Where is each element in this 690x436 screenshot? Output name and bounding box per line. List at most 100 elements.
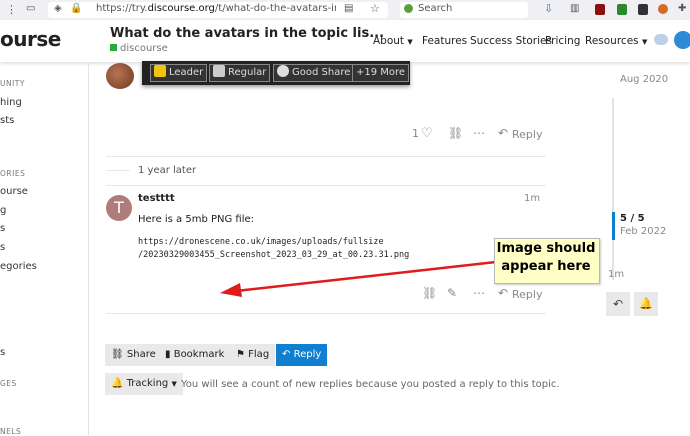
- category-label: discourse: [120, 43, 168, 54]
- post-avatar-letter[interactable]: T: [106, 195, 132, 221]
- reply-topic-button[interactable]: ↶ Reply: [276, 344, 328, 366]
- chat-icon[interactable]: [654, 34, 668, 45]
- badge-more[interactable]: +19 More: [352, 64, 410, 82]
- tabs-icon[interactable]: ▭: [26, 3, 35, 14]
- bookmark-icon: ▮: [165, 349, 171, 360]
- nav-about-label: About: [373, 35, 405, 47]
- nav-about[interactable]: About ▼: [373, 35, 413, 47]
- bell-icon: 🔔: [639, 297, 653, 310]
- user-badge-icon: [213, 65, 225, 77]
- reply-button[interactable]: Reply: [512, 128, 542, 141]
- chevron-down-icon: ▼: [171, 380, 177, 388]
- time-gap-line: [106, 170, 130, 171]
- sidebar-item[interactable]: s: [0, 242, 5, 253]
- reply-icon: ↶: [282, 349, 291, 360]
- timeline-date: Feb 2022: [620, 226, 667, 237]
- post-avatar[interactable]: [106, 63, 134, 89]
- site-logo[interactable]: ourse: [0, 27, 61, 51]
- chevron-down-icon: ▼: [407, 38, 413, 46]
- post-divider: [106, 313, 546, 314]
- reply-button[interactable]: Reply: [512, 288, 542, 301]
- library-icon[interactable]: ▥: [570, 3, 579, 14]
- flag-button[interactable]: ⚑ Flag: [230, 344, 276, 366]
- reader-view-icon[interactable]: ▤: [344, 3, 353, 14]
- topic-title[interactable]: What do the avatars in the topic lis...: [110, 26, 384, 41]
- tracking-dropdown[interactable]: 🔔 Tracking ▼: [105, 373, 183, 395]
- extension-orange-icon[interactable]: [658, 4, 668, 14]
- category-color-square: [110, 44, 117, 51]
- sidebar-heading-community: UNITY: [0, 79, 25, 88]
- user-avatar[interactable]: [674, 31, 690, 49]
- callout-line2: appear here: [501, 259, 591, 274]
- post-age[interactable]: 1m: [524, 193, 540, 204]
- reply-topic-label: Reply: [293, 349, 322, 360]
- badge-good-share[interactable]: Good Share: [273, 64, 355, 82]
- badge-label: Leader: [169, 67, 204, 78]
- shield-icon[interactable]: ◈: [54, 3, 62, 14]
- nav-resources[interactable]: Resources ▼: [585, 35, 647, 47]
- post-link-line1[interactable]: https://dronescene.co.uk/images/uploads/…: [138, 237, 384, 247]
- sidebar-item[interactable]: g: [0, 205, 6, 216]
- heart-icon[interactable]: ♡: [421, 126, 433, 141]
- timeline-scrollbar[interactable]: [612, 98, 614, 280]
- time-gap-label: 1 year later: [138, 165, 197, 176]
- like-count: 1: [412, 127, 419, 140]
- url-prefix: https://try.: [96, 3, 148, 14]
- post-username[interactable]: testttt: [138, 193, 175, 204]
- timeline-position: 5 / 5: [620, 213, 645, 224]
- post-body-text: Here is a 5mb PNG file:: [138, 214, 255, 225]
- url-domain: discourse.org: [147, 3, 215, 14]
- lock-icon[interactable]: 🔒: [70, 3, 82, 14]
- more-icon[interactable]: ⋯: [473, 126, 485, 140]
- nav-features[interactable]: Features: [422, 35, 467, 47]
- browser-search-placeholder: Search: [418, 3, 453, 14]
- sidebar-item[interactable]: hing: [0, 97, 22, 108]
- bookmark-star-icon[interactable]: ☆: [370, 2, 380, 15]
- extension-puzzle-icon[interactable]: ✚: [678, 3, 686, 14]
- search-engine-icon: [404, 4, 413, 13]
- timeline-start-date[interactable]: Aug 2020: [620, 74, 668, 85]
- link-icon: ⛓: [111, 349, 124, 360]
- sidebar-item[interactable]: s: [0, 223, 5, 234]
- post-divider: [106, 185, 546, 186]
- share-button[interactable]: ⛓ Share: [105, 344, 162, 366]
- url-text[interactable]: https://try.discourse.org/t/what-do-the-…: [96, 3, 336, 14]
- badge-regular[interactable]: Regular: [209, 64, 271, 82]
- tracking-label: Tracking: [126, 378, 169, 389]
- sidebar-item[interactable]: sts: [0, 115, 14, 126]
- post-divider: [106, 156, 546, 157]
- nav-resources-label: Resources: [585, 35, 639, 47]
- extension-green-icon[interactable]: [617, 4, 627, 15]
- ublock-icon[interactable]: [595, 4, 605, 15]
- nav-success-stories[interactable]: Success Stories: [470, 35, 552, 47]
- sidebar-item[interactable]: ourse: [0, 186, 28, 197]
- gear-badge-icon: [277, 65, 289, 77]
- reply-back-icon: ↶: [612, 297, 624, 311]
- extension-dark-icon[interactable]: [638, 4, 648, 15]
- annotation-arrow: [220, 260, 497, 297]
- sidebar-item[interactable]: s: [0, 347, 5, 358]
- url-suffix: /t/what-do-the-avatars-in-the-topic-list…: [214, 3, 336, 14]
- user-badge-icon: [154, 65, 166, 77]
- menu-icon[interactable]: ⋮: [6, 3, 17, 16]
- callout-line1: Image should: [496, 241, 596, 256]
- badge-label: Regular: [228, 67, 267, 78]
- timeline-end[interactable]: 1m: [608, 269, 624, 280]
- bookmark-button[interactable]: ▮ Bookmark: [159, 344, 231, 366]
- reply-icon[interactable]: ↶: [498, 126, 508, 140]
- badge-leader[interactable]: Leader: [150, 64, 208, 82]
- sidebar-heading-categories: ORIES: [0, 169, 26, 178]
- sidebar-heading-messages: GES: [0, 379, 17, 388]
- sidebar-item-all-categories[interactable]: egories: [0, 261, 37, 272]
- timeline-handle[interactable]: [612, 212, 615, 240]
- timeline-notifications-button[interactable]: 🔔: [634, 292, 658, 316]
- share-label: Share: [126, 349, 156, 360]
- nav-pricing[interactable]: Pricing: [545, 35, 580, 47]
- link-icon[interactable]: ⛓: [448, 126, 463, 140]
- timeline-back-button[interactable]: ↶: [606, 292, 630, 316]
- annotation-callout-text: Image should appear here: [494, 240, 598, 276]
- topic-category[interactable]: discourse: [110, 43, 168, 54]
- badge-label: Good Share: [292, 67, 351, 78]
- download-icon[interactable]: ⇩: [544, 2, 553, 15]
- tracking-message: You will see a count of new replies beca…: [181, 379, 560, 390]
